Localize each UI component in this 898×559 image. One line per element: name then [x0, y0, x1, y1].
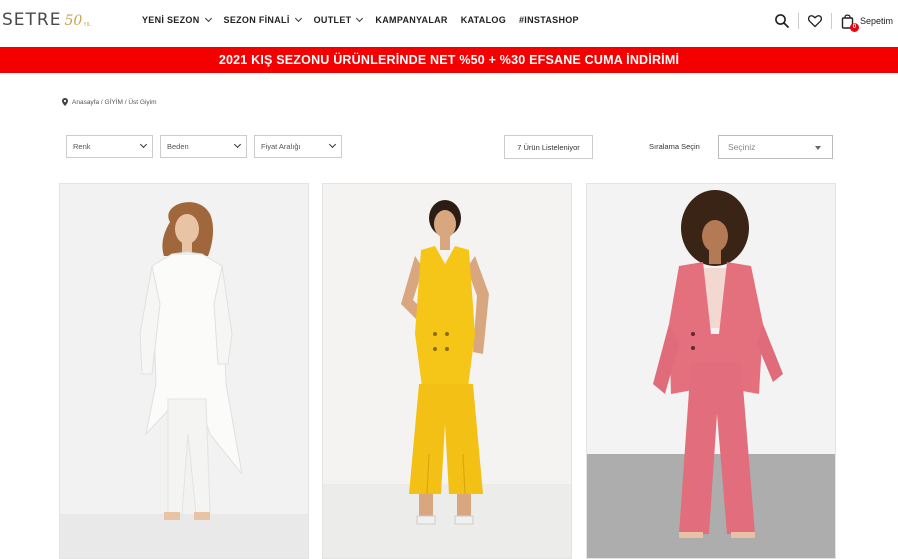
cart-count-badge: 0: [849, 23, 859, 32]
divider: [830, 13, 832, 29]
chevron-down-icon: [139, 140, 148, 149]
nav-item-kampanyalar[interactable]: KAMPANYALAR: [375, 13, 447, 27]
nav-label: OUTLET: [313, 15, 352, 25]
nav-item-instashop[interactable]: #INSTASHOP: [519, 13, 579, 27]
nav-label: YENİ SEZON: [142, 15, 200, 25]
header-actions: 0 Sepetim: [774, 11, 893, 32]
promo-text: 2021 KIŞ SEZONU ÜRÜNLERİNDE NET %50 + %3…: [218, 53, 680, 67]
chevron-down-icon: [204, 14, 212, 23]
sort-select[interactable]: Seçiniz: [718, 135, 833, 159]
nav-label: KATALOG: [460, 15, 506, 25]
logo-fifty: 50: [64, 13, 83, 29]
size-filter[interactable]: Beden: [160, 135, 247, 158]
nav-item-katalog[interactable]: KATALOG: [461, 13, 506, 27]
color-filter-label: Renk: [73, 142, 91, 151]
nav-item-yeni-sezon[interactable]: YENİ SEZON: [142, 13, 212, 27]
search-icon[interactable]: [774, 13, 790, 29]
size-filter-label: Beden: [167, 142, 189, 151]
divider: [797, 13, 799, 29]
product-card-2[interactable]: [322, 183, 572, 559]
logo-sub: YIL: [83, 22, 91, 28]
chevron-down-icon: [233, 140, 242, 149]
location-pin-icon: [62, 98, 68, 106]
caret-down-icon: [815, 146, 821, 150]
heart-icon[interactable]: [807, 13, 823, 29]
logo[interactable]: SETRE 50 YIL: [2, 6, 91, 30]
logo-text: SETRE: [2, 10, 62, 30]
result-count: 7 Ürün Listeleniyor: [504, 135, 593, 159]
price-filter-label: Fiyat Aralığı: [261, 142, 301, 151]
product-card-3[interactable]: [586, 183, 836, 559]
cart-label[interactable]: Sepetim: [860, 16, 893, 26]
nav-label: SEZON FİNALİ: [223, 15, 290, 25]
chevron-down-icon: [356, 14, 364, 23]
sort-label: Sıralama Seçin: [649, 142, 700, 151]
shopping-bag-icon[interactable]: 0: [840, 13, 859, 32]
nav-label: KAMPANYALAR: [375, 15, 448, 25]
site-header: SETRE 50 YIL YENİ SEZON SEZON FİNALİ OUT…: [0, 0, 898, 47]
product-card-1[interactable]: [59, 183, 309, 559]
chevron-down-icon: [328, 140, 337, 149]
result-count-text: 7 Ürün Listeleniyor: [517, 142, 580, 152]
sort-select-value: Seçiniz: [728, 142, 756, 152]
chevron-down-icon: [294, 14, 302, 23]
product-image: [587, 184, 835, 558]
nav-label: #INSTASHOP: [519, 15, 579, 25]
breadcrumb: Anasayfa / GİYİM / Üst Giyim: [62, 98, 157, 106]
product-image: [60, 184, 308, 558]
product-image: [323, 184, 571, 558]
color-filter[interactable]: Renk: [66, 135, 153, 158]
price-filter[interactable]: Fiyat Aralığı: [254, 135, 342, 158]
nav-item-sezon-finali[interactable]: SEZON FİNALİ: [223, 13, 302, 27]
breadcrumb-text[interactable]: Anasayfa / GİYİM / Üst Giyim: [72, 99, 157, 106]
nav-item-outlet[interactable]: OUTLET: [313, 13, 364, 27]
promo-banner[interactable]: 2021 KIŞ SEZONU ÜRÜNLERİNDE NET %50 + %3…: [0, 47, 898, 73]
main-nav: YENİ SEZON SEZON FİNALİ OUTLET KAMPANYAL…: [142, 13, 579, 27]
